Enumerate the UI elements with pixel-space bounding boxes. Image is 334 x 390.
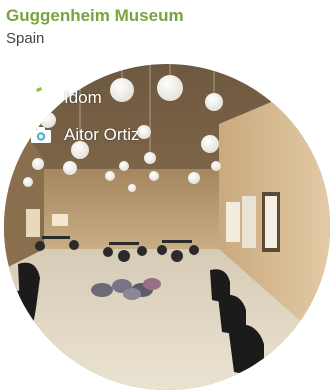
architect-name: Idom: [64, 88, 102, 107]
architect-credit: Idom: [30, 87, 102, 109]
location-subtitle: Spain: [6, 30, 45, 47]
photographer-name: Aitor Ortiz: [64, 125, 140, 144]
interior-photo: [4, 64, 334, 390]
page-title: Guggenheim Museum: [6, 6, 184, 25]
camera-icon: [30, 124, 52, 146]
pencil-icon: [30, 87, 52, 109]
photographer-credit: Aitor Ortiz: [30, 124, 140, 146]
